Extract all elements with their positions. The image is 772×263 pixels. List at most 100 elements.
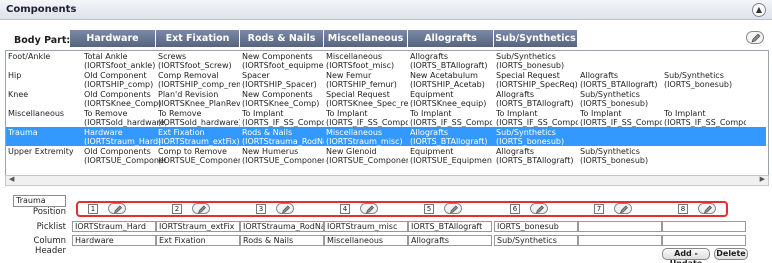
table-row[interactable]: Miscellaneous To Remove (IORTSold_hardware…: [6, 108, 766, 127]
table-row[interactable]: Hip Old Component (IORTSHIP_comp) Comp Remo…: [6, 70, 766, 89]
column-header-text: Sub/Synthetics: [497, 236, 557, 245]
position-input[interactable]: 2: [172, 204, 182, 214]
cell-label: Sub/Synthetics: [496, 128, 556, 137]
table-cell: To Implant(IORTS_IF_SS_Componer: [664, 109, 746, 127]
table-cell: New Humerus(IORTSUE_Component): [242, 147, 324, 165]
position-input[interactable]: 5: [424, 204, 434, 214]
components-panel-header: Components ▲: [0, 0, 772, 20]
body-part-grid: Foot/Ankle Total Ankle (IORTSfoot_ankle) Sc…: [5, 50, 769, 186]
column-header-input[interactable]: Sub/Synthetics: [494, 235, 578, 246]
table-row[interactable]: Foot/Ankle Total Ankle (IORTSfoot_ankle) Sc…: [6, 51, 766, 70]
horizontal-scrollbar[interactable]: ◀ ▶: [5, 175, 769, 186]
column-header-input[interactable]: Allografts: [408, 235, 492, 246]
picklist-input[interactable]: IORTStraum_misc: [324, 221, 408, 232]
body-part-label: Body Part:: [14, 35, 71, 46]
cell-label: Allografts: [410, 52, 449, 61]
position-input[interactable]: 7: [594, 204, 604, 214]
cell-label: To Remove: [158, 109, 202, 118]
edit-columns-button[interactable]: [746, 31, 764, 44]
picklist-input[interactable]: IORTStraum_extFix: [156, 221, 240, 232]
table-cell: Allografts (IORTS_BTAllograft): [410, 128, 492, 146]
pencil-icon: [197, 205, 206, 214]
table-row[interactable]: Knee Old Components (IORTSKnee_Comp) Plan'd…: [6, 89, 766, 108]
add-update-button[interactable]: Add - Update: [662, 248, 710, 263]
cell-picklist: (IORTStrauma_RodNai): [242, 137, 324, 146]
cell-picklist: (IORTSold_hardware): [158, 118, 240, 127]
cell-label: Allografts: [496, 90, 535, 99]
cell-picklist: (IORTSfoot_ankle): [84, 61, 156, 70]
column-header-input[interactable]: [578, 235, 662, 246]
position-input[interactable]: 4: [340, 204, 350, 214]
column-header-text: Allografts: [411, 236, 450, 245]
cell-picklist: (IORTSUE_Component): [326, 156, 408, 165]
cell-picklist: (IORTS_bonesub): [664, 80, 733, 89]
table-row[interactable]: Upper Extremity Old Components (IORTSUE_Co…: [6, 146, 766, 165]
position-input[interactable]: 3: [256, 204, 266, 214]
cell-picklist: (IORTSHIP_femur): [326, 80, 397, 89]
table-cell: Comp to Remove(IORTSUE_Component): [158, 147, 240, 165]
cell-picklist: (IORTSUE_Component): [158, 156, 240, 165]
cell-picklist: (IORTSold_hardware): [84, 118, 166, 127]
table-cell: New Acetabulum (IORTSHIP_Acetab): [410, 71, 492, 89]
cell-picklist: (IORTSKnee_Comp): [84, 99, 162, 108]
cell-picklist: (IORTSfoot_Screw): [158, 61, 232, 70]
table-cell: To Implant(IORTS_IF_SS_Componer: [580, 109, 662, 127]
edit-position-button[interactable]: [698, 203, 716, 214]
position-input[interactable]: 8: [678, 204, 688, 214]
cell-picklist: (IORTS_IF_SS_Componer: [242, 118, 324, 127]
body-part-name-input[interactable]: Trauma: [13, 195, 66, 207]
table-cell: Old Component (IORTSHIP_comp): [84, 71, 166, 89]
picklist-input[interactable]: IORTS_BTAllograft: [408, 221, 492, 232]
cell-picklist: (IORTSHIP_Spacer): [242, 80, 317, 89]
edit-position-button[interactable]: [530, 203, 548, 214]
table-cell: New Components (IORTSfoot_equipmen): [242, 52, 324, 70]
cell-picklist: (IORTStraum_misc): [326, 137, 403, 146]
table-cell: Sub/Synthetics (IORTS_bonesub): [580, 147, 662, 165]
delete-button[interactable]: Delete: [714, 248, 748, 260]
edit-position-button[interactable]: [444, 203, 462, 214]
table-cell: Sub/Synthetics (IORTS_bonesub): [664, 71, 746, 89]
scroll-right-icon[interactable]: ▶: [760, 175, 765, 183]
column-header-text: Rods & Nails: [243, 236, 294, 245]
edit-position-button[interactable]: [192, 203, 210, 214]
chevron-up-icon[interactable]: ▲: [752, 3, 766, 17]
edit-position-button[interactable]: [276, 203, 294, 214]
cell-label: Allografts: [580, 71, 619, 80]
row-body-part-name: Hip: [8, 71, 22, 80]
position-input[interactable]: 1: [88, 204, 98, 214]
cell-picklist: (IORTS_BTAllograft): [410, 61, 488, 70]
column-header-ext-fixation: Ext Fixation: [156, 30, 240, 47]
scroll-left-icon[interactable]: ◀: [9, 175, 14, 183]
column-header-input[interactable]: Hardware: [72, 235, 156, 246]
column-header-input[interactable]: Miscellaneous: [324, 235, 408, 246]
edit-position-button[interactable]: [108, 203, 126, 214]
table-cell: Sub/Synthetics (IORTS_bonesub): [580, 90, 662, 108]
column-header-input[interactable]: Rods & Nails: [240, 235, 324, 246]
table-cell: Allografts (IORTS_BTAllograft): [496, 90, 578, 108]
pencil-icon: [751, 33, 761, 43]
column-header-text: Ext Fixation: [159, 236, 206, 245]
column-header-input[interactable]: [662, 235, 746, 246]
cell-label: To Implant: [496, 109, 538, 118]
table-cell: Sub/Synthetics (IORTS_bonesub): [496, 52, 578, 70]
picklist-input[interactable]: [662, 221, 746, 232]
cell-label: Allografts: [410, 128, 449, 137]
position-input[interactable]: 6: [510, 204, 520, 214]
cell-picklist: (IORTS_bonesub): [496, 61, 565, 70]
cell-label: Equipment: [410, 90, 454, 99]
cell-label: Comp to Remove: [158, 147, 227, 156]
picklist-input[interactable]: IORTStrauma_RodNai: [240, 221, 324, 232]
picklist-input[interactable]: [578, 221, 662, 232]
cell-label: Plan'd Revision: [158, 90, 219, 99]
column-header-allografts: Allografts: [408, 30, 494, 47]
picklist-input[interactable]: IORTS_bonesub: [494, 221, 578, 232]
cell-label: Hardware: [84, 128, 123, 137]
table-cell: Special Request (IORTSHIP_SpecReq): [496, 71, 578, 89]
edit-position-button[interactable]: [360, 203, 378, 214]
column-header-input[interactable]: Ext Fixation: [156, 235, 240, 246]
table-row[interactable]: Trauma Hardware (IORTStraum_Hard) Ext Fixat…: [6, 127, 766, 146]
picklist-input[interactable]: IORTStraum_Hard: [72, 221, 156, 232]
table-cell: Screws (IORTSfoot_Screw): [158, 52, 240, 70]
row-body-part-name: Foot/Ankle: [8, 52, 51, 61]
edit-position-button[interactable]: [614, 203, 632, 214]
